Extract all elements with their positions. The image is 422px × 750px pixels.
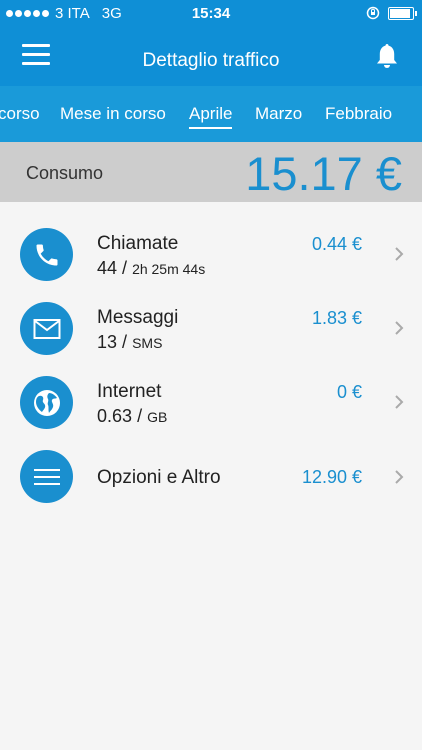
page-title: Dettaglio traffico	[142, 50, 280, 71]
phone-icon	[20, 228, 73, 281]
item-usage: 0.63 / GB	[97, 406, 168, 426]
item-usage-value: 13	[97, 332, 118, 352]
item-price: 0.44 €	[311, 234, 362, 254]
battery-icon	[388, 6, 417, 20]
month-tabs: corso Mese in corso Aprile Marzo Febbrai…	[0, 86, 422, 142]
notifications-button[interactable]	[374, 42, 400, 70]
chevron-right-icon	[395, 470, 404, 484]
item-price: 1.83 €	[311, 308, 362, 328]
status-right	[366, 6, 417, 20]
tab-marzo[interactable]: Marzo	[255, 104, 302, 124]
chevron-right-icon	[395, 247, 404, 261]
bell-icon	[377, 44, 397, 68]
chevron-right-icon	[395, 321, 404, 335]
tab-corso-partial[interactable]: corso	[0, 104, 40, 124]
item-usage-value: 0.63	[97, 406, 133, 426]
globe-icon	[20, 376, 73, 429]
item-name: Chiamate	[97, 233, 179, 254]
item-name: Internet	[97, 381, 162, 402]
item-price: 0 €	[336, 382, 362, 402]
list-item-internet[interactable]: Internet 0.63 / GB 0 €	[0, 374, 422, 448]
list-item-messaggi[interactable]: Messaggi 13 / SMS 1.83 €	[0, 300, 422, 374]
tab-aprile[interactable]: Aprile	[189, 104, 233, 129]
tab-febbraio[interactable]: Febbraio	[325, 104, 392, 124]
item-usage-value: 44	[97, 258, 118, 278]
list-item-opzioni[interactable]: Opzioni e Altro 12.90 €	[0, 448, 422, 522]
tab-mese-in-corso[interactable]: Mese in corso	[60, 104, 166, 124]
consumption-total: 15.17 €	[245, 147, 402, 200]
status-time: 15:34	[191, 5, 231, 22]
item-usage-unit: 2h 25m 44s	[132, 261, 206, 277]
status-bar: 3 ITA 3G 15:34	[0, 0, 422, 28]
item-price: 12.90 €	[301, 467, 362, 487]
list-icon	[20, 450, 73, 503]
consumption-summary: Consumo 15.17 €	[0, 142, 422, 202]
item-name: Opzioni e Altro	[97, 467, 221, 488]
item-name: Messaggi	[97, 307, 179, 328]
chevron-right-icon	[395, 395, 404, 409]
hamburger-icon	[22, 44, 50, 47]
item-usage-unit: GB	[147, 409, 168, 425]
item-usage: 44 / 2h 25m 44s	[97, 258, 206, 278]
consumption-label: Consumo	[26, 163, 104, 183]
rotation-lock-icon	[366, 6, 380, 20]
app-header: Dettaglio traffico	[0, 28, 422, 86]
item-usage-unit: SMS	[132, 335, 163, 351]
item-usage: 13 / SMS	[97, 332, 163, 352]
list-item-chiamate[interactable]: Chiamate 44 / 2h 25m 44s 0.44 €	[0, 226, 422, 300]
mail-icon	[20, 302, 73, 355]
